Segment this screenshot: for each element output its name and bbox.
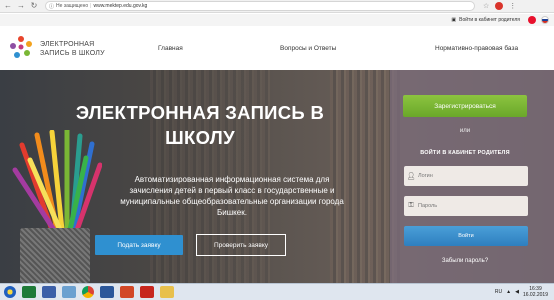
save-app-icon[interactable]: [42, 286, 56, 298]
word-icon[interactable]: [100, 286, 114, 298]
extension-icon[interactable]: [495, 2, 504, 10]
address-separator: |: [90, 3, 92, 9]
url-text: www.mektep.edu.gov.kg: [93, 3, 148, 9]
forward-icon[interactable]: →: [16, 1, 26, 11]
nav-regulations[interactable]: Нормативно-правовая база: [435, 45, 518, 52]
logo-line-2: ЗАПИСЬ В ШКОЛУ: [40, 50, 105, 57]
hero-subtitle: Автоматизированная информационная систем…: [120, 175, 344, 217]
login-button[interactable]: Войти: [404, 226, 528, 246]
logo-line-1: ЭЛЕКТРОННАЯ: [40, 41, 95, 48]
powerpoint-icon[interactable]: [120, 286, 134, 298]
or-divider-text: или: [459, 128, 471, 134]
folder-icon[interactable]: [160, 286, 174, 298]
nav-faq[interactable]: Вопросы и Ответы: [280, 45, 336, 52]
system-tray: RU ▲ ◀ 16:39 16.02.2019: [495, 286, 548, 298]
browser-toolbar: ← → ↻ ⓘ Не защищено | www.mektep.edu.gov…: [0, 0, 554, 13]
hero-title: ЭЛЕКТРОННАЯ ЗАПИСЬ В ШКОЛУ: [75, 102, 325, 148]
password-placeholder: Пароль: [418, 203, 438, 209]
pencil-cup-image: [20, 228, 90, 283]
submit-application-button[interactable]: Подать заявку: [95, 235, 183, 255]
login-panel-title: ВОЙТИ В КАБИНЕТ РОДИТЕЛЯ: [420, 150, 510, 156]
back-icon[interactable]: ←: [3, 1, 13, 11]
volume-icon[interactable]: ◀: [515, 289, 519, 295]
login-field[interactable]: 👤︎ Логин: [404, 166, 528, 186]
russian-language-flag-icon[interactable]: [541, 16, 549, 24]
clock[interactable]: 16:39 16.02.2019: [523, 286, 548, 298]
start-button-icon[interactable]: [4, 286, 16, 298]
parent-login-label: Войти в кабинет родителя: [459, 17, 520, 23]
nav-home[interactable]: Главная: [158, 45, 183, 52]
image-viewer-icon[interactable]: [62, 286, 76, 298]
site-logo-icon[interactable]: [8, 34, 34, 60]
password-field[interactable]: ⚿ Пароль: [404, 196, 528, 216]
language-indicator[interactable]: RU: [495, 289, 502, 295]
login-placeholder: Логин: [418, 173, 433, 179]
check-application-button[interactable]: Проверить заявку: [196, 234, 286, 256]
info-icon[interactable]: ⓘ: [49, 3, 54, 10]
windows-taskbar: RU ▲ ◀ 16:39 16.02.2019: [0, 283, 554, 300]
chrome-icon[interactable]: [82, 286, 94, 298]
excel-icon[interactable]: [22, 286, 36, 298]
security-label: Не защищено: [56, 3, 89, 9]
address-bar[interactable]: ⓘ Не защищено | www.mektep.edu.gov.kg: [45, 1, 475, 11]
user-icon: 👤︎: [406, 173, 416, 180]
register-button[interactable]: Зарегистрироваться: [403, 95, 527, 117]
forgot-password-link[interactable]: Забыли пароль?: [403, 258, 527, 264]
reload-icon[interactable]: ↻: [29, 1, 39, 11]
site-logo-text[interactable]: ЭЛЕКТРОННАЯ ЗАПИСЬ В ШКОЛУ: [40, 40, 105, 58]
login-icon: ▣: [451, 17, 457, 23]
network-icon[interactable]: ▲: [506, 289, 511, 295]
kyrgyz-language-flag-icon[interactable]: [528, 16, 536, 24]
clock-date: 16.02.2019: [522, 292, 548, 298]
bookmark-star-icon[interactable]: ☆: [483, 2, 489, 10]
parent-login-link[interactable]: ▣ Войти в кабинет родителя: [451, 17, 520, 23]
key-icon: ⚿: [408, 202, 414, 209]
browser-menu-icon[interactable]: ⋮: [509, 2, 516, 10]
site-top-strip: ▣ Войти в кабинет родителя: [0, 14, 554, 26]
pdf-reader-icon[interactable]: [140, 286, 154, 298]
